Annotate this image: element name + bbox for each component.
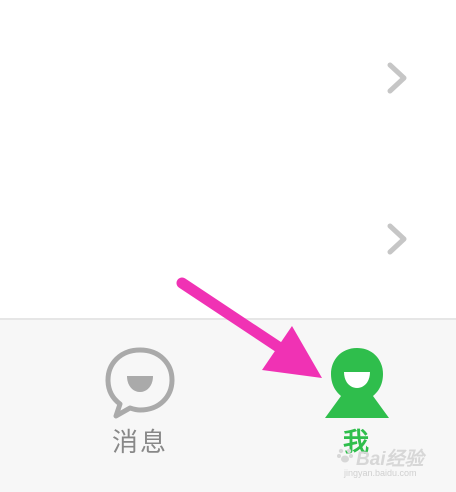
watermark: Bai经验 jingyan.baidu.com <box>336 440 446 484</box>
screen: 消息 我 Bai经验 jingyan.baidu.com <box>0 0 456 492</box>
chevron-right-icon <box>387 223 407 255</box>
tab-messages[interactable]: 消息 <box>60 320 220 492</box>
message-bubble-icon <box>105 347 175 419</box>
chevron-right-icon <box>387 62 407 94</box>
paw-icon <box>337 448 353 463</box>
list-item[interactable] <box>0 178 456 298</box>
watermark-brand: Bai经验 <box>356 449 424 470</box>
watermark-url: jingyan.baidu.com <box>344 468 417 478</box>
profile-person-icon <box>325 348 389 418</box>
settings-list <box>0 0 456 318</box>
tab-messages-label: 消息 <box>111 428 168 458</box>
list-item[interactable] <box>0 17 456 137</box>
